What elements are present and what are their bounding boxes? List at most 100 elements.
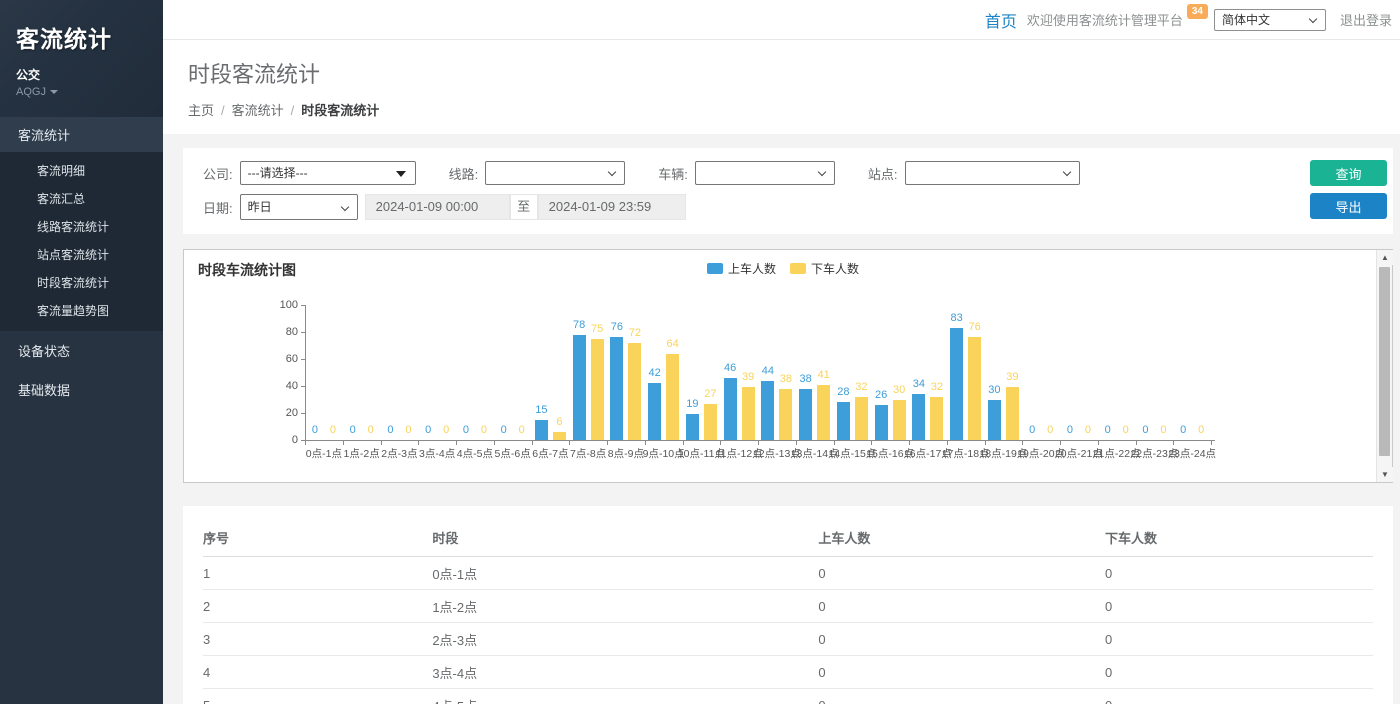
x-tick-mark	[1098, 441, 1099, 445]
station-select[interactable]	[905, 161, 1080, 185]
bar-value-label: 0	[405, 424, 411, 436]
sidebar-item-0-3[interactable]: 站点客流统计	[0, 240, 163, 268]
breadcrumb-parent[interactable]: 客流统计	[232, 103, 284, 118]
x-tick-mark	[343, 441, 344, 445]
bar-value-label: 0	[1180, 424, 1186, 436]
bar-下车人数-18	[1006, 387, 1019, 440]
bar-value-label: 30	[988, 384, 1000, 396]
x-category-label: 2点-3点	[381, 446, 417, 461]
date-start-input[interactable]: 2024-01-09 00:00	[365, 194, 510, 220]
vehicle-select[interactable]	[695, 161, 835, 185]
bar-上车人数-10	[686, 414, 699, 440]
sidebar-item-0-4[interactable]: 时段客流统计	[0, 268, 163, 296]
bar-value-label: 39	[1006, 371, 1018, 383]
language-select[interactable]: 简体中文	[1214, 9, 1326, 31]
table-header-1: 时段	[432, 518, 818, 557]
x-tick-mark	[532, 441, 533, 445]
bar-上车人数-14	[837, 402, 850, 440]
org-code-dropdown[interactable]: AQGJ	[16, 86, 147, 98]
table-cell: 0点-1点	[432, 557, 818, 590]
bar-上车人数-9	[648, 383, 661, 440]
table-header-2: 上车人数	[818, 518, 1105, 557]
x-tick-mark	[683, 441, 684, 445]
sidebar: 客流统计 公交 AQGJ 客流统计客流明细客流汇总线路客流统计站点客流统计时段客…	[0, 0, 163, 704]
bar-value-label: 0	[501, 424, 507, 436]
sidebar-item-0-0[interactable]: 客流明细	[0, 156, 163, 184]
table-cell: 0	[1105, 557, 1373, 590]
x-tick-mark	[909, 441, 910, 445]
scroll-up-icon[interactable]: ▲	[1377, 250, 1393, 265]
sidebar-section-1[interactable]: 设备状态	[0, 331, 163, 370]
sidebar-section-0[interactable]: 客流统计	[0, 117, 163, 152]
line-select[interactable]	[485, 161, 625, 185]
sidebar-item-0-2[interactable]: 线路客流统计	[0, 212, 163, 240]
bar-value-label: 28	[837, 386, 849, 398]
bar-value-label: 6	[556, 416, 562, 428]
table-header-row: 序号时段上车人数下车人数	[203, 518, 1373, 557]
bar-value-label: 0	[1067, 424, 1073, 436]
sidebar-item-0-5[interactable]: 客流量趋势图	[0, 296, 163, 324]
bar-value-label: 0	[1123, 424, 1129, 436]
y-tick-mark	[301, 332, 305, 333]
language-value: 简体中文	[1222, 13, 1270, 27]
bar-下车人数-13	[817, 385, 830, 440]
logout-link[interactable]: 退出登录	[1340, 10, 1392, 29]
x-tick-mark	[456, 441, 457, 445]
chart-vertical-scrollbar[interactable]: ▲ ▼	[1376, 250, 1392, 482]
bar-上车人数-8	[610, 337, 623, 440]
x-category-label: 5点-6点	[495, 446, 531, 461]
y-tick-label: 40	[272, 380, 298, 392]
date-end-input[interactable]: 2024-01-09 23:59	[538, 194, 686, 220]
bar-下车人数-10	[704, 404, 717, 440]
breadcrumb: 主页 / 客流统计 / 时段客流统计	[188, 100, 1375, 119]
date-preset-value: 昨日	[248, 200, 272, 214]
bar-value-label: 0	[481, 424, 487, 436]
bar-下车人数-11	[742, 387, 755, 440]
chevron-down-icon	[1062, 168, 1070, 176]
sidebar-submenu: 客流明细客流汇总线路客流统计站点客流统计时段客流统计客流量趋势图	[0, 152, 163, 331]
bar-上车人数-17	[950, 328, 963, 440]
x-category-label: 8点-9点	[608, 446, 644, 461]
breadcrumb-separator: /	[291, 103, 295, 118]
x-tick-mark	[494, 441, 495, 445]
x-tick-mark	[418, 441, 419, 445]
bar-下车人数-6	[553, 432, 566, 440]
scrollbar-thumb[interactable]	[1379, 267, 1390, 456]
welcome-text: 欢迎使用客流统计管理平台	[1027, 10, 1183, 29]
table-cell: 0	[1105, 590, 1373, 623]
home-link[interactable]: 首页	[985, 8, 1017, 32]
query-button[interactable]: 查询	[1310, 160, 1387, 186]
notification-badge[interactable]: 34	[1187, 4, 1208, 19]
x-tick-mark	[645, 441, 646, 445]
bar-value-label: 0	[463, 424, 469, 436]
sidebar-item-0-1[interactable]: 客流汇总	[0, 184, 163, 212]
company-select[interactable]: ---请选择---	[240, 161, 416, 185]
bar-value-label: 41	[818, 369, 830, 381]
bar-value-label: 0	[1198, 424, 1204, 436]
breadcrumb-home[interactable]: 主页	[188, 103, 214, 118]
chevron-down-icon	[50, 90, 58, 94]
y-tick-label: 20	[272, 407, 298, 419]
bar-value-label: 76	[969, 321, 981, 333]
scroll-down-icon[interactable]: ▼	[1377, 467, 1393, 482]
filter-panel: 公司: ---请选择--- 线路: 车辆: 站点:	[183, 148, 1393, 234]
x-tick-mark	[569, 441, 570, 445]
table-header-0: 序号	[203, 518, 432, 557]
breadcrumb-separator: /	[221, 103, 225, 118]
bar-value-label: 30	[893, 384, 905, 396]
export-button[interactable]: 导出	[1310, 193, 1387, 219]
chevron-down-icon	[818, 168, 826, 176]
table-cell: 0	[818, 590, 1105, 623]
breadcrumb-current: 时段客流统计	[301, 103, 379, 118]
bar-value-label: 0	[387, 424, 393, 436]
date-preset-select[interactable]: 昨日	[240, 194, 358, 220]
table-cell: 0	[1105, 623, 1373, 656]
y-axis-line	[305, 305, 306, 440]
sidebar-section-2[interactable]: 基础数据	[0, 370, 163, 409]
bar-value-label: 46	[724, 362, 736, 374]
bar-上车人数-13	[799, 389, 812, 440]
x-category-label: 23点-24点	[1168, 446, 1216, 461]
bar-value-label: 0	[368, 424, 374, 436]
x-tick-mark	[1136, 441, 1137, 445]
bar-value-label: 0	[312, 424, 318, 436]
